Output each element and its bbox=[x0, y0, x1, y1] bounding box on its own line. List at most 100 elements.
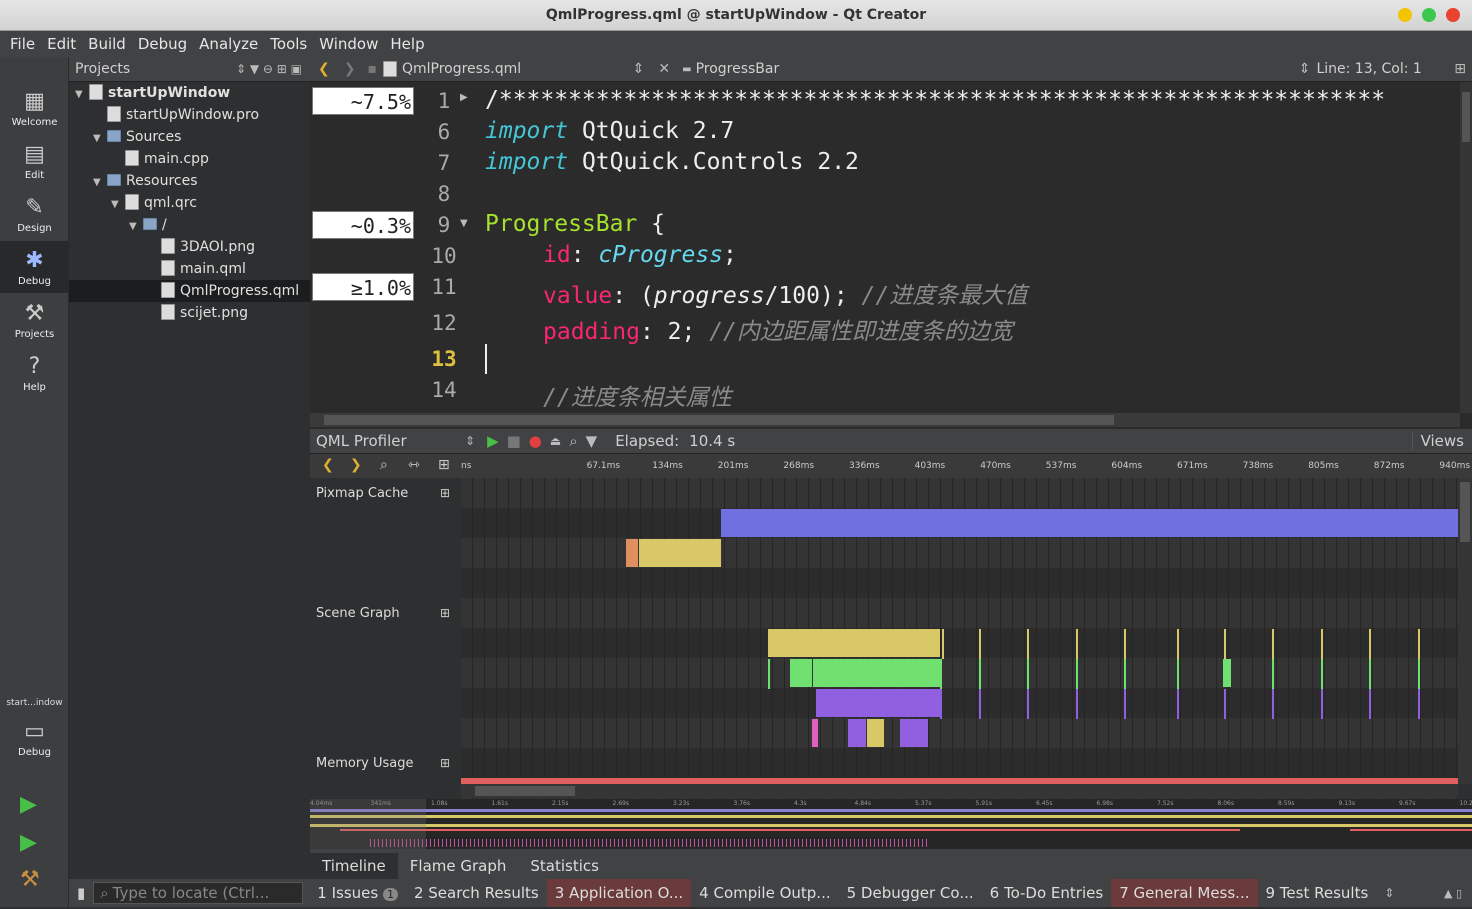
timeline-event[interactable] bbox=[1027, 629, 1029, 659]
timeline-event[interactable] bbox=[639, 539, 721, 567]
build-hammer-icon[interactable]: ⚒ bbox=[20, 867, 40, 892]
filter-icon[interactable]: ▼ bbox=[582, 432, 602, 450]
timeline-event[interactable] bbox=[1321, 659, 1323, 689]
timeline-event[interactable] bbox=[1272, 629, 1274, 659]
tree-item[interactable]: ▼startUpWindow bbox=[75, 82, 230, 104]
mode-welcome[interactable]: ▦Welcome bbox=[0, 82, 69, 134]
fold-marker-icon[interactable]: ▼ bbox=[460, 218, 468, 229]
tree-item[interactable]: scijet.png bbox=[147, 302, 248, 324]
timeline-event[interactable] bbox=[940, 659, 942, 689]
timeline-event[interactable] bbox=[867, 719, 884, 747]
expand-icon[interactable]: ⊞ bbox=[440, 486, 450, 500]
expand-output-icon[interactable]: ▲ ▯ bbox=[1434, 887, 1472, 900]
timeline-event[interactable] bbox=[1027, 659, 1029, 689]
timeline-event[interactable] bbox=[1076, 689, 1078, 719]
symbol-selector[interactable]: ProgressBar bbox=[696, 61, 1293, 77]
timeline-event[interactable] bbox=[816, 689, 940, 717]
timeline-event[interactable] bbox=[1369, 629, 1371, 659]
tree-item[interactable]: startUpWindow.pro bbox=[93, 104, 259, 126]
open-file-name[interactable]: QmlProgress.qml bbox=[402, 61, 627, 77]
tree-arrow-icon[interactable]: ▼ bbox=[75, 84, 89, 106]
timeline-event[interactable] bbox=[721, 509, 1458, 537]
timeline-event[interactable] bbox=[1124, 689, 1126, 719]
menu-window[interactable]: Window bbox=[313, 35, 384, 53]
timeline-hscroll[interactable] bbox=[461, 784, 1458, 798]
timeline-view[interactable] bbox=[461, 478, 1458, 798]
cursor-position[interactable]: Line: 13, Col: 1 bbox=[1316, 61, 1448, 77]
timeline-event[interactable] bbox=[768, 629, 940, 657]
tree-arrow-icon[interactable]: ▼ bbox=[111, 194, 125, 216]
category-pixmap-cache[interactable]: Pixmap Cache bbox=[316, 486, 408, 501]
pane-general-messages[interactable]: 7 General Mess... bbox=[1111, 879, 1257, 907]
timeline-event[interactable] bbox=[1177, 659, 1179, 689]
pane-debugger-console[interactable]: 5 Debugger Co... bbox=[839, 879, 982, 907]
timeline-event[interactable] bbox=[812, 719, 818, 747]
tree-arrow-icon[interactable]: ▼ bbox=[93, 128, 107, 150]
timeline-event[interactable] bbox=[1223, 659, 1231, 687]
range-icon[interactable]: ⇿ bbox=[408, 457, 420, 473]
symbol-dropdown-icon[interactable]: ⇕ bbox=[1293, 61, 1317, 77]
menu-help[interactable]: Help bbox=[384, 35, 430, 53]
timeline-event[interactable] bbox=[1272, 659, 1274, 689]
profiler-dropdown-icon[interactable]: ⇕ bbox=[465, 434, 483, 448]
timeline-event[interactable] bbox=[1272, 689, 1274, 719]
next-icon[interactable]: ❯ bbox=[350, 457, 362, 473]
profiler-selector[interactable]: QML Profiler bbox=[310, 432, 465, 450]
tab-statistics[interactable]: Statistics bbox=[518, 853, 611, 879]
tab-flame-graph[interactable]: Flame Graph bbox=[398, 853, 519, 879]
expand-icon[interactable]: ⊞ bbox=[440, 606, 450, 620]
prev-icon[interactable]: ❮ bbox=[322, 457, 334, 473]
pane-search-results[interactable]: 2 Search Results bbox=[406, 879, 547, 907]
run-icon[interactable]: ▶ bbox=[20, 792, 37, 817]
pane-application-output[interactable]: 3 Application O... bbox=[547, 879, 691, 907]
overview-timeline[interactable]: 4.04ms341ms1.08s1.61s2.15s2.69s3.23s3.76… bbox=[310, 799, 1472, 849]
timeline-event[interactable] bbox=[1124, 659, 1126, 689]
timeline-event[interactable] bbox=[1076, 659, 1078, 689]
forward-icon[interactable]: ❯ bbox=[338, 61, 362, 77]
minimize-button[interactable] bbox=[1398, 8, 1412, 22]
panes-dropdown-icon[interactable]: ⇕ bbox=[1376, 886, 1402, 900]
menu-debug[interactable]: Debug bbox=[132, 35, 193, 53]
timeline-event[interactable] bbox=[942, 629, 944, 659]
tree-arrow-icon[interactable]: ▼ bbox=[129, 216, 143, 238]
split-icon[interactable]: ⊞ bbox=[1448, 61, 1472, 77]
search-icon[interactable]: ⌕ bbox=[565, 432, 581, 450]
timeline-event[interactable] bbox=[790, 659, 812, 687]
timeline-event[interactable] bbox=[900, 719, 928, 747]
timeline-event[interactable] bbox=[1177, 629, 1179, 659]
pane-issues[interactable]: 1 Issues 1 bbox=[309, 879, 406, 907]
timeline-event[interactable] bbox=[979, 689, 981, 719]
timeline-event[interactable] bbox=[979, 629, 981, 659]
timeline-event[interactable] bbox=[1224, 689, 1226, 719]
stop-icon[interactable]: ■ bbox=[503, 432, 525, 450]
tree-item[interactable]: ▼Resources bbox=[93, 170, 198, 192]
tab-timeline[interactable]: Timeline bbox=[310, 853, 398, 879]
tree-item[interactable]: QmlProgress.qml bbox=[69, 280, 310, 302]
timeline-event[interactable] bbox=[626, 539, 638, 567]
close-file-icon[interactable]: ✕ bbox=[650, 61, 678, 77]
timeline-event[interactable] bbox=[1418, 689, 1420, 719]
timeline-event[interactable] bbox=[1369, 689, 1371, 719]
mode-help[interactable]: ?Help bbox=[0, 347, 69, 399]
timeline-event[interactable] bbox=[848, 719, 866, 747]
timeline-event[interactable] bbox=[1321, 629, 1323, 659]
menu-file[interactable]: File bbox=[4, 35, 41, 53]
menu-build[interactable]: Build bbox=[82, 35, 132, 53]
category-scene-graph[interactable]: Scene Graph bbox=[316, 606, 400, 621]
debug-run-icon[interactable]: ▶ bbox=[20, 830, 37, 855]
back-icon[interactable]: ❮ bbox=[310, 61, 338, 77]
mode-design[interactable]: ✎Design bbox=[0, 188, 69, 240]
timeline-event[interactable] bbox=[1321, 689, 1323, 719]
expand-icon[interactable]: ⊞ bbox=[440, 756, 450, 770]
tree-item[interactable]: ▼/ bbox=[129, 214, 167, 236]
editor-vscroll[interactable] bbox=[1460, 82, 1472, 413]
menu-tools[interactable]: Tools bbox=[264, 35, 313, 53]
timeline-event[interactable] bbox=[768, 659, 770, 689]
record-icon[interactable]: ● bbox=[525, 432, 546, 450]
timeline-event[interactable] bbox=[1177, 689, 1179, 719]
start-icon[interactable]: ▶ bbox=[483, 432, 503, 450]
views-button[interactable]: Views bbox=[1412, 432, 1472, 450]
menu-edit[interactable]: Edit bbox=[41, 35, 82, 53]
timeline-event[interactable] bbox=[1076, 629, 1078, 659]
maximize-button[interactable] bbox=[1422, 8, 1436, 22]
